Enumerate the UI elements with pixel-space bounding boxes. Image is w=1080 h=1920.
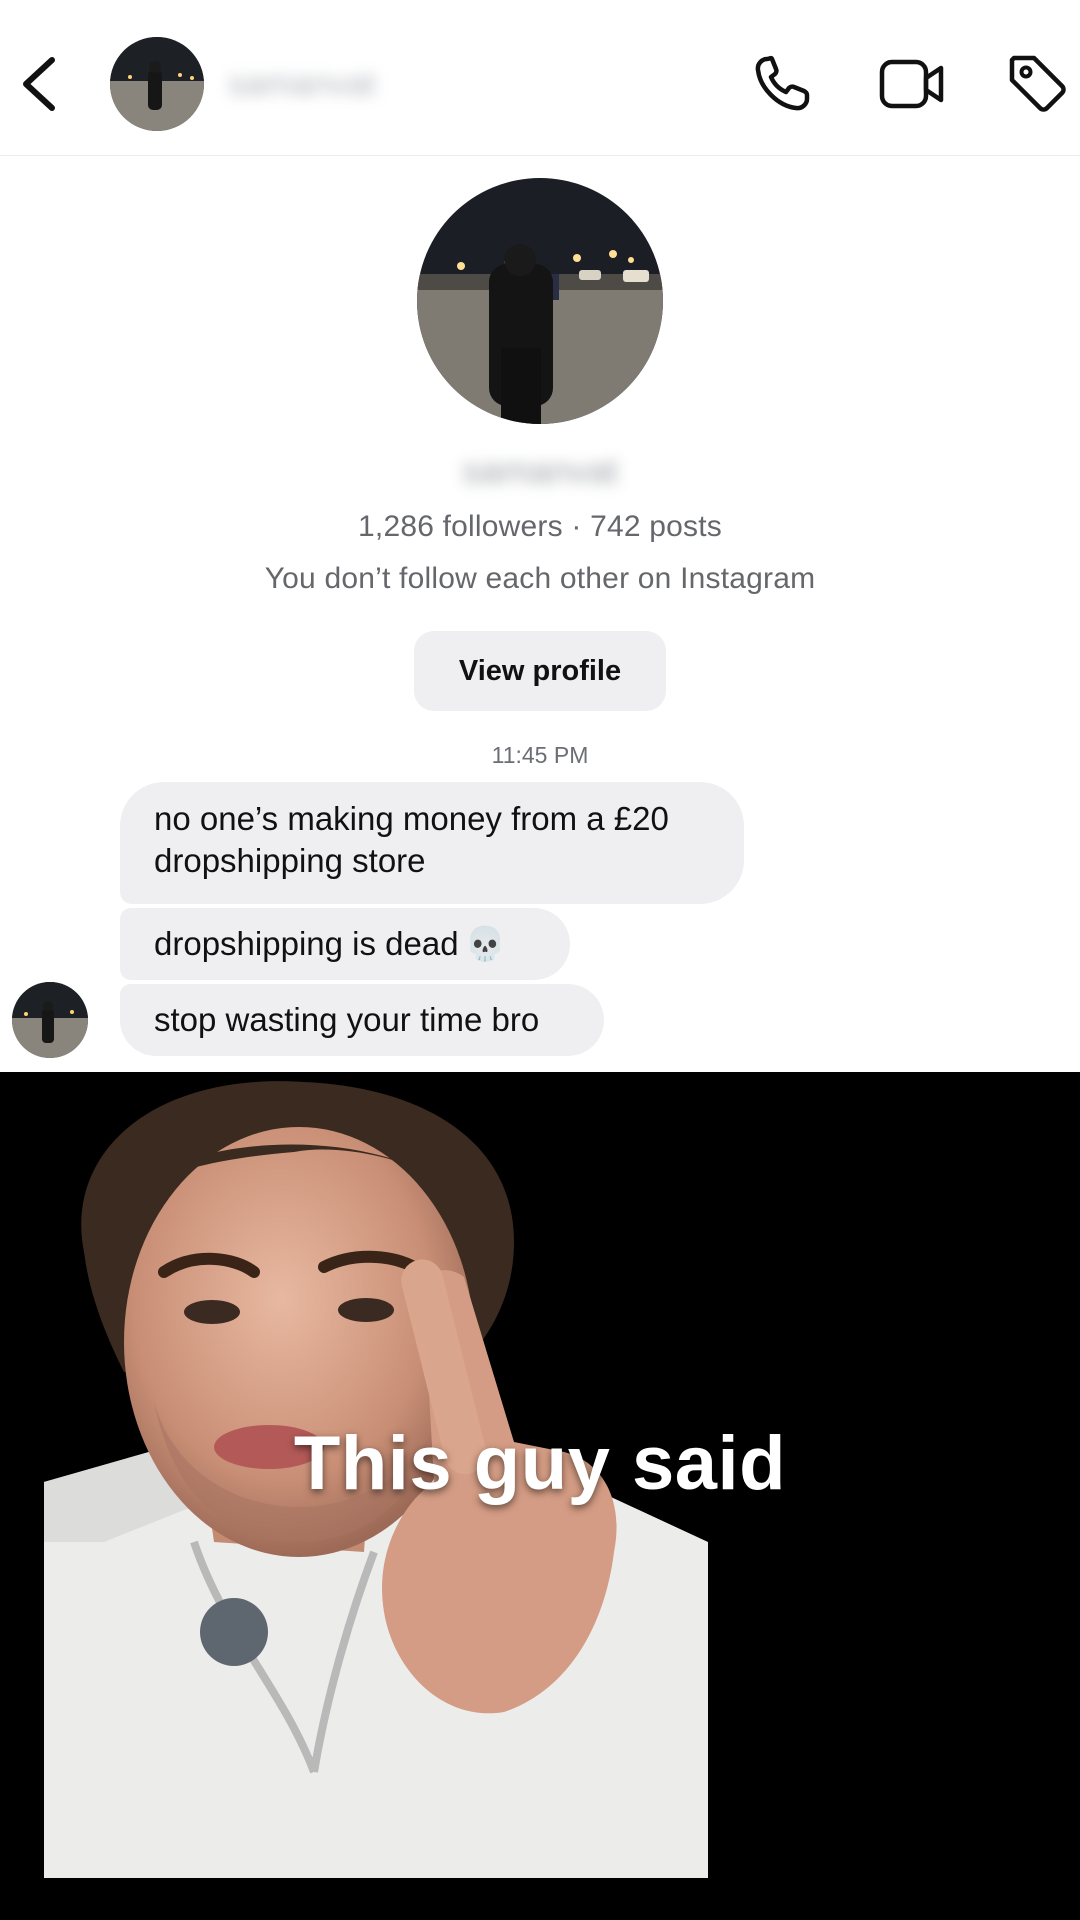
message-bubble[interactable]: stop wasting your time bro bbox=[120, 984, 604, 1056]
video-caption: This guy said bbox=[293, 1421, 787, 1506]
view-profile-button[interactable]: View profile bbox=[414, 631, 666, 711]
follow-relation-text: You don’t follow each other on Instagram bbox=[264, 562, 816, 595]
phone-icon bbox=[755, 55, 810, 111]
message-text: dropshipping is dead bbox=[154, 925, 459, 962]
profile-avatar[interactable] bbox=[417, 178, 663, 424]
screen: samanvat samanvat 1,286 followers · 742 … bbox=[0, 0, 1080, 1920]
message-text: no one’s making money from a £20 dropshi… bbox=[154, 800, 669, 879]
profile-username: samanvat bbox=[461, 450, 619, 491]
message-text: stop wasting your time bro bbox=[154, 1001, 540, 1038]
voice-call-button[interactable] bbox=[748, 50, 816, 118]
tag-button[interactable] bbox=[1004, 50, 1072, 118]
back-button[interactable] bbox=[18, 52, 62, 116]
tag-icon bbox=[1009, 55, 1066, 112]
header-avatar[interactable] bbox=[110, 37, 204, 131]
dm-thread: samanvat samanvat 1,286 followers · 742 … bbox=[0, 0, 1080, 1072]
video-panel: This guy said bbox=[0, 1072, 1080, 1920]
message-timestamp: 11:45 PM bbox=[491, 742, 589, 768]
video-camera-icon bbox=[879, 59, 944, 109]
video-call-button[interactable] bbox=[878, 50, 946, 118]
sender-avatar[interactable] bbox=[12, 982, 88, 1058]
profile-stats: 1,286 followers · 742 posts bbox=[358, 510, 722, 543]
skull-emoji: 💀 bbox=[464, 924, 506, 963]
chat-header: samanvat bbox=[0, 0, 1080, 156]
message-bubble[interactable]: dropshipping is dead 💀 bbox=[120, 908, 570, 980]
chevron-left-icon bbox=[23, 57, 55, 111]
message-bubble[interactable]: no one’s making money from a £20 dropshi… bbox=[120, 782, 744, 904]
header-username[interactable]: samanvat bbox=[228, 62, 398, 106]
